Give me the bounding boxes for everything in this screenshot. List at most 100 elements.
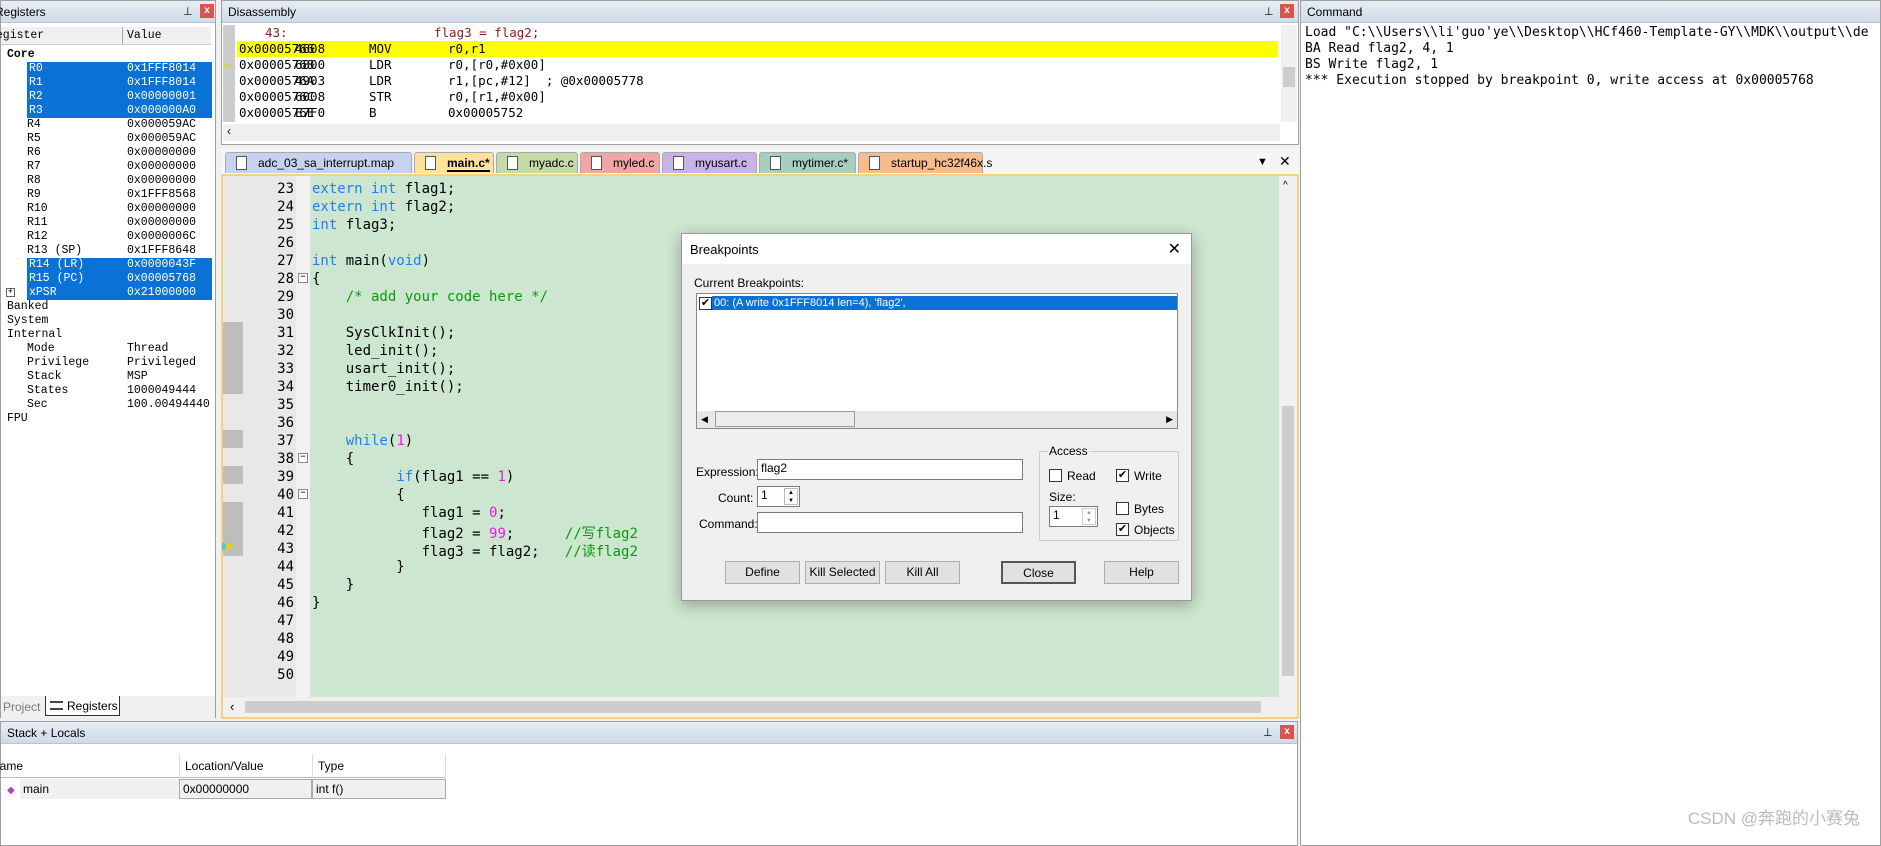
- define-button[interactable]: Define: [725, 561, 800, 584]
- register-row[interactable]: R1 0x1FFF8014: [1, 76, 212, 90]
- editor-tab[interactable]: myusart.c: [662, 152, 757, 173]
- pin-icon[interactable]: ⊥: [1263, 726, 1273, 739]
- disassembly-line[interactable]: 0x00005766 4608 MOV r0,r1: [237, 41, 1278, 57]
- help-button[interactable]: Help: [1104, 561, 1179, 584]
- line-number: 49: [277, 649, 294, 665]
- close-icon[interactable]: x: [1280, 4, 1294, 18]
- disassembly-line[interactable]: 0x0000576A 4903 LDR r1,[pc,#12] ; @0x000057…: [237, 73, 1278, 89]
- close-button[interactable]: Close: [1001, 561, 1076, 584]
- tab-project[interactable]: Project: [3, 700, 40, 714]
- register-row[interactable]: Internal: [1, 328, 212, 342]
- register-row[interactable]: R13 (SP) 0x1FFF8648: [1, 244, 212, 258]
- disassembly-hscrollbar[interactable]: ‹: [223, 124, 1280, 141]
- register-value: 0x000000A0: [127, 104, 197, 118]
- register-row[interactable]: Mode Thread: [1, 342, 212, 356]
- editor-tab[interactable]: main.c*: [414, 152, 494, 173]
- register-row[interactable]: R7 0x00000000: [1, 160, 212, 174]
- disassembly-line[interactable]: 0x00005768 6800 LDR r0,[r0,#0x00] ⇨: [224, 57, 1278, 73]
- editor-vscrollbar[interactable]: ^: [1279, 176, 1297, 697]
- code-line: flag1 = 0;: [312, 505, 506, 521]
- size-stepper[interactable]: 1 ▲ ▼: [1049, 506, 1098, 527]
- expand-icon[interactable]: +: [6, 288, 15, 297]
- breakpoint-checkbox[interactable]: ✔: [699, 297, 712, 310]
- register-name: FPU: [7, 412, 28, 425]
- register-name: R12: [27, 230, 48, 243]
- watermark: CSDN @奔跑的小赛兔: [1687, 809, 1860, 828]
- fold-icon[interactable]: −: [298, 489, 308, 499]
- breakpoint-item[interactable]: ✔ 00: (A write 0x1FFF8014 len=4), 'flag2…: [697, 296, 1177, 310]
- pin-icon[interactable]: ⊥: [183, 5, 193, 18]
- editor-tab[interactable]: myadc.c: [496, 152, 578, 173]
- register-row[interactable]: R0 0x1FFF8014: [1, 62, 212, 76]
- register-row[interactable]: R6 0x00000000: [1, 146, 212, 160]
- close-icon[interactable]: x: [200, 4, 214, 18]
- editor-hscrollbar[interactable]: ‹: [223, 697, 1297, 717]
- register-row[interactable]: R11 0x00000000: [1, 216, 212, 230]
- kill-all-button[interactable]: Kill All: [885, 561, 960, 584]
- register-value: Thread: [127, 342, 169, 355]
- expression-input[interactable]: flag2: [757, 459, 1023, 480]
- dialog-close-icon[interactable]: ✕: [1168, 239, 1181, 259]
- register-row[interactable]: xPSR 0x21000000 +: [1, 286, 212, 300]
- register-row[interactable]: R8 0x00000000: [1, 174, 212, 188]
- register-row[interactable]: R9 0x1FFF8568: [1, 188, 212, 202]
- col-name[interactable]: Name: [0, 754, 23, 778]
- pin-icon[interactable]: ⊥: [1264, 5, 1274, 18]
- tab-registers[interactable]: Registers: [45, 696, 120, 716]
- tab-dropdown-icon[interactable]: ▼: [1257, 156, 1268, 168]
- read-checkbox[interactable]: [1049, 469, 1062, 482]
- register-row[interactable]: R14 (LR) 0x0000043F: [1, 258, 212, 272]
- line-number: 30: [277, 307, 294, 323]
- register-row[interactable]: R5 0x000059AC: [1, 132, 212, 146]
- write-checkbox[interactable]: ✔: [1116, 469, 1129, 482]
- spin-icon[interactable]: ▲ ▼: [784, 488, 798, 505]
- editor-tab[interactable]: mytimer.c*: [759, 152, 856, 173]
- command-input[interactable]: [757, 512, 1023, 533]
- register-row[interactable]: R12 0x0000006C: [1, 230, 212, 244]
- list-hscrollbar[interactable]: ◀ ▶: [697, 411, 1177, 428]
- register-row[interactable]: R4 0x000059AC: [1, 118, 212, 132]
- stack-row[interactable]: ◆ main 0x00000000 int f(): [1, 779, 446, 799]
- register-row[interactable]: R10 0x00000000: [1, 202, 212, 216]
- register-row[interactable]: States 1000049444: [1, 384, 212, 398]
- close-editor-icon[interactable]: ✕: [1279, 153, 1291, 170]
- disassembly-line[interactable]: 0x0000576C 6008 STR r0,[r1,#0x00]: [237, 89, 1278, 105]
- register-row[interactable]: Stack MSP: [1, 370, 212, 384]
- disassembly-line[interactable]: 0x0000576E E7F0 B 0x00005752: [237, 105, 1278, 121]
- close-icon[interactable]: x: [1280, 725, 1294, 739]
- bytes-checkbox[interactable]: [1116, 502, 1129, 515]
- editor-tab[interactable]: adc_03_sa_interrupt.map: [225, 152, 412, 173]
- col-value[interactable]: Value: [122, 27, 162, 44]
- fold-gutter: [296, 176, 310, 697]
- register-row[interactable]: Privilege Privileged: [1, 356, 212, 370]
- col-register[interactable]: Register: [0, 27, 44, 45]
- register-value: 0x1FFF8648: [127, 244, 197, 257]
- register-row[interactable]: R2 0x00000001: [1, 90, 212, 104]
- fold-icon[interactable]: −: [298, 273, 308, 283]
- disassembly-vscrollbar[interactable]: [1281, 25, 1297, 122]
- code-line: timer0_init();: [312, 379, 464, 395]
- editor-tab[interactable]: startup_hc32f46x.s: [858, 152, 992, 173]
- register-row[interactable]: Sec 100.00494440: [1, 398, 212, 412]
- register-row[interactable]: R15 (PC) 0x00005768: [1, 272, 212, 286]
- register-name: R6: [27, 146, 41, 159]
- register-row[interactable]: Core: [1, 48, 212, 62]
- register-row[interactable]: Banked: [1, 300, 212, 314]
- col-location[interactable]: Location/Value: [179, 754, 264, 778]
- register-row[interactable]: System: [1, 314, 212, 328]
- disasm-hex: E7F0: [295, 105, 326, 120]
- register-row[interactable]: R3 0x000000A0: [1, 104, 212, 118]
- count-stepper[interactable]: 1 ▲ ▼: [757, 486, 800, 507]
- spin-icon[interactable]: ▲ ▼: [1082, 508, 1096, 525]
- tab-label: myled.c: [613, 156, 655, 170]
- code-token: while: [345, 433, 388, 449]
- breakpoints-list[interactable]: ✔ 00: (A write 0x1FFF8014 len=4), 'flag2…: [696, 293, 1178, 429]
- register-row[interactable]: FPU: [1, 412, 212, 426]
- editor-tab[interactable]: myled.c: [580, 152, 660, 173]
- kill-selected-button[interactable]: Kill Selected: [805, 561, 880, 584]
- command-output-line: Load "C:\\Users\\li'guo'ye\\Desktop\\HCf…: [1305, 25, 1869, 40]
- code-token: (flag1 ==: [413, 469, 498, 485]
- fold-icon[interactable]: −: [298, 453, 308, 463]
- objects-checkbox[interactable]: ✔: [1116, 523, 1129, 536]
- col-type[interactable]: Type: [312, 754, 446, 778]
